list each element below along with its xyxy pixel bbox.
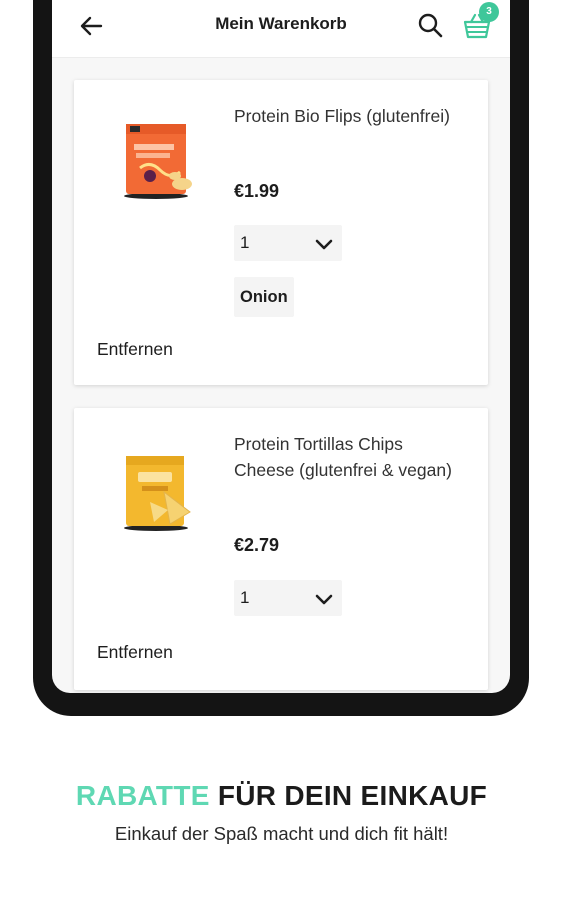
cart-item-card: Protein Tortillas Chips Cheese (glutenfr… — [74, 408, 488, 690]
app-bar: Mein Warenkorb 3 — [52, 0, 510, 58]
quantity-select[interactable]: 1 — [234, 580, 342, 616]
product-name[interactable]: Protein Tortillas Chips Cheese (glutenfr… — [234, 431, 464, 483]
product-image — [124, 456, 191, 531]
cart-count-badge: 3 — [479, 2, 499, 22]
promo-headline: RABATTE FÜR DEIN EINKAUF — [0, 780, 563, 812]
search-icon[interactable] — [416, 11, 444, 39]
promo-subline: Einkauf der Spaß macht und dich fit hält… — [114, 823, 449, 844]
product-price: €1.99 — [234, 181, 280, 201]
chevron-down-icon — [315, 594, 333, 605]
chevron-down-icon — [315, 239, 333, 250]
quantity-value: 1 — [240, 588, 250, 607]
promo-headline-rest: FÜR DEIN EINKAUF — [217, 780, 488, 811]
promo-headline-accent: RABATTE — [75, 780, 210, 811]
product-image — [124, 124, 192, 199]
product-name[interactable]: Protein Bio Flips (glutenfrei) — [234, 103, 464, 129]
remove-button[interactable]: Entfernen — [97, 642, 173, 663]
product-price: €2.79 — [234, 535, 280, 555]
quantity-value: 1 — [240, 233, 250, 252]
app-screen: Mein Warenkorb 3 Protein Bio Flips (glut… — [52, 0, 510, 693]
cart-item-card: Protein Bio Flips (glutenfrei) €1.99 1 O… — [74, 80, 488, 385]
variant-tag: Onion — [234, 277, 294, 317]
quantity-select[interactable]: 1 — [234, 225, 342, 261]
remove-button[interactable]: Entfernen — [97, 339, 173, 360]
